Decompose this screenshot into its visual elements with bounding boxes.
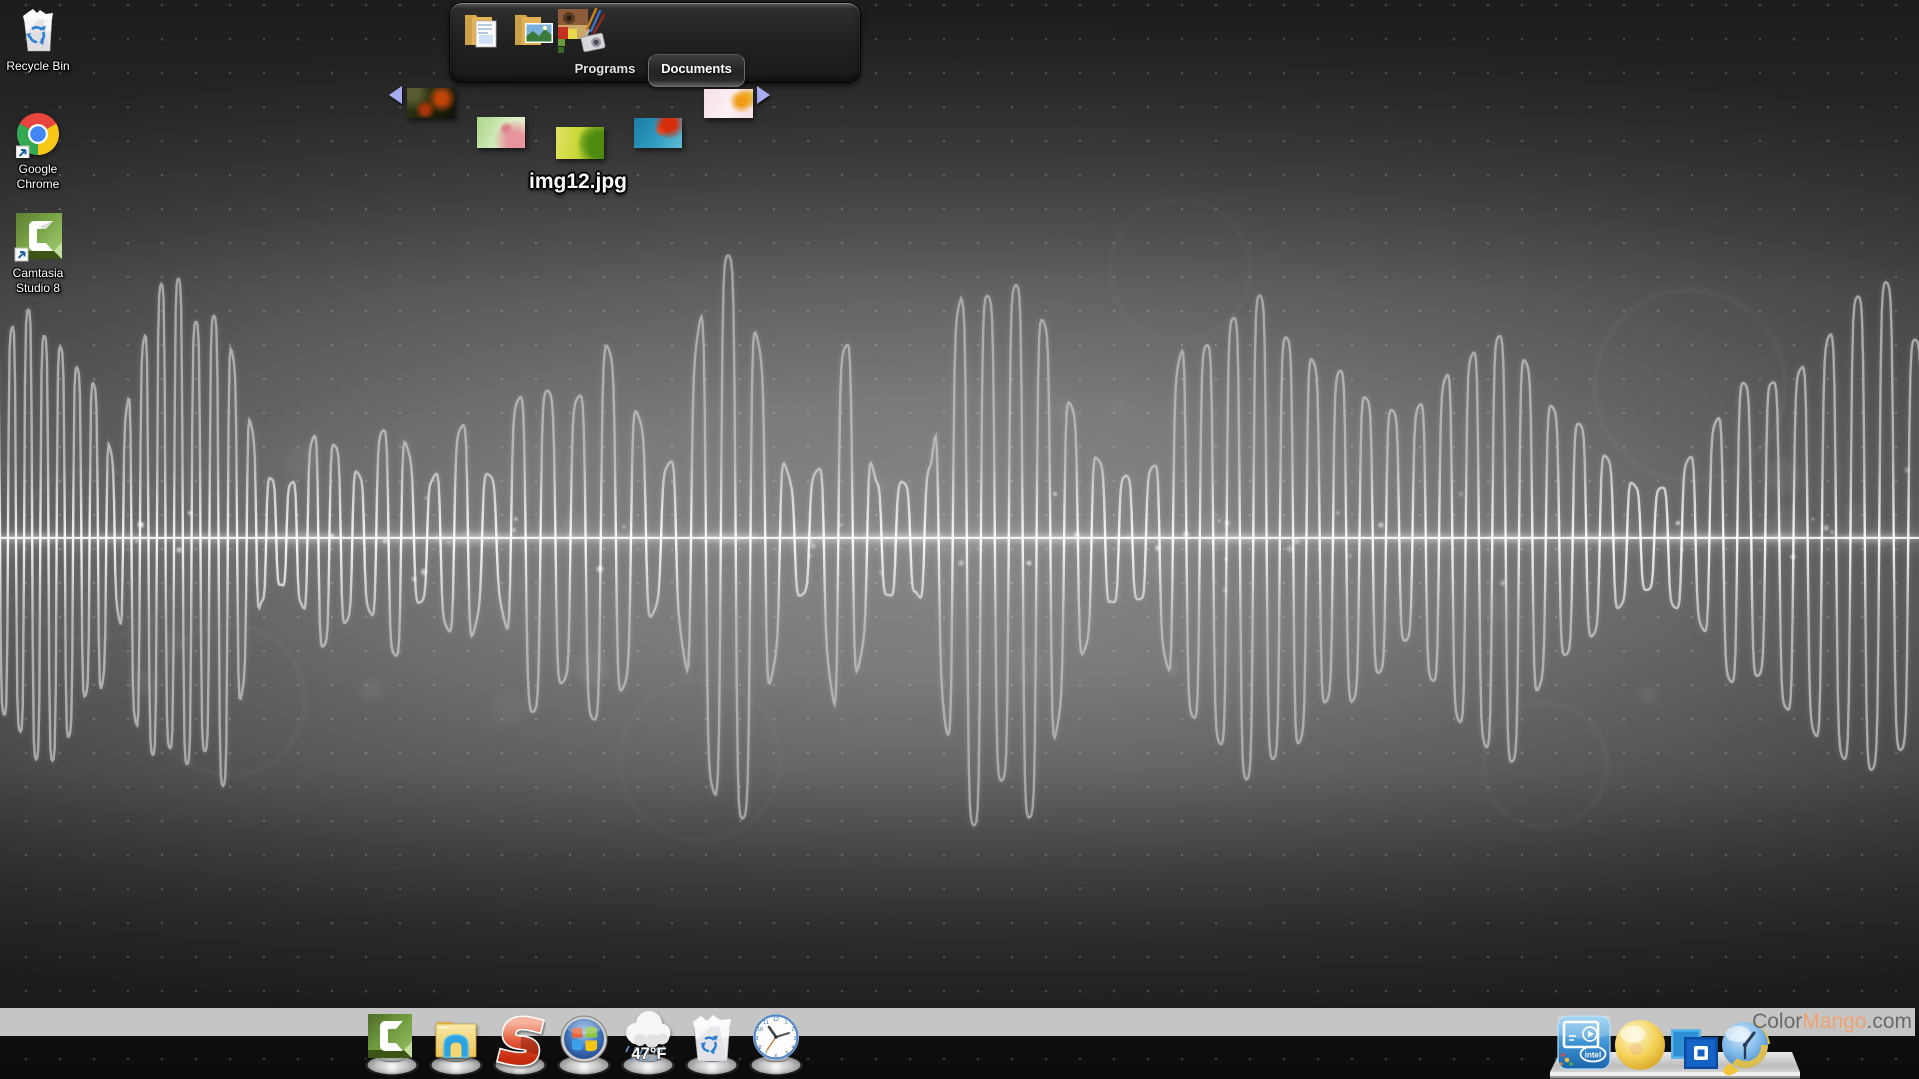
svg-text:4: 4 [791, 1045, 794, 1051]
svg-text:47°F: 47°F [631, 1045, 666, 1063]
svg-text:intel: intel [1585, 1051, 1601, 1060]
svg-text:5: 5 [785, 1051, 788, 1057]
svg-text:9: 9 [755, 1036, 758, 1042]
svg-text:10: 10 [757, 1027, 763, 1033]
svg-text:7: 7 [764, 1051, 767, 1057]
svg-text:11: 11 [763, 1020, 769, 1026]
svg-text:2: 2 [791, 1027, 794, 1033]
svg-text:8: 8 [758, 1045, 761, 1051]
svg-text:6: 6 [774, 1054, 777, 1060]
svg-text:3: 3 [793, 1036, 796, 1042]
svg-text:12: 12 [773, 1017, 779, 1023]
svg-text:1: 1 [784, 1020, 787, 1026]
